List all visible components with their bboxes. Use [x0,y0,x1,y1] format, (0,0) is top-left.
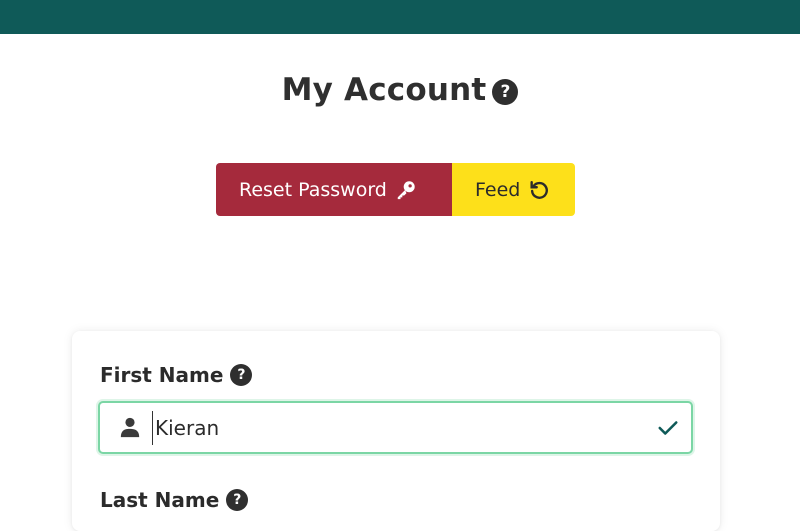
reset-password-button[interactable]: Reset Password [216,163,452,216]
first-name-input[interactable] [152,411,632,445]
reset-password-label: Reset Password [239,178,387,201]
feed-label: Feed [475,178,521,201]
feed-button[interactable]: Feed [452,163,575,216]
help-icon[interactable]: ? [230,364,253,386]
first-name-label: First Name [100,363,224,387]
page-title: My Account [281,72,487,108]
last-name-label-row: Last Name ? [100,488,249,512]
help-icon[interactable]: ? [492,78,519,105]
first-name-field [98,401,693,454]
user-icon [120,417,140,438]
top-navbar [0,0,800,34]
account-actions: Reset Password Feed [216,163,575,216]
page-header: My Account ? [0,72,800,108]
first-name-label-row: First Name ? [100,363,253,387]
check-icon [658,421,678,435]
last-name-label: Last Name [100,488,220,512]
key-icon [397,180,415,199]
help-icon[interactable]: ? [226,489,249,511]
undo-icon [530,180,549,199]
profile-form-card: First Name ? Last Name ? [72,331,720,531]
